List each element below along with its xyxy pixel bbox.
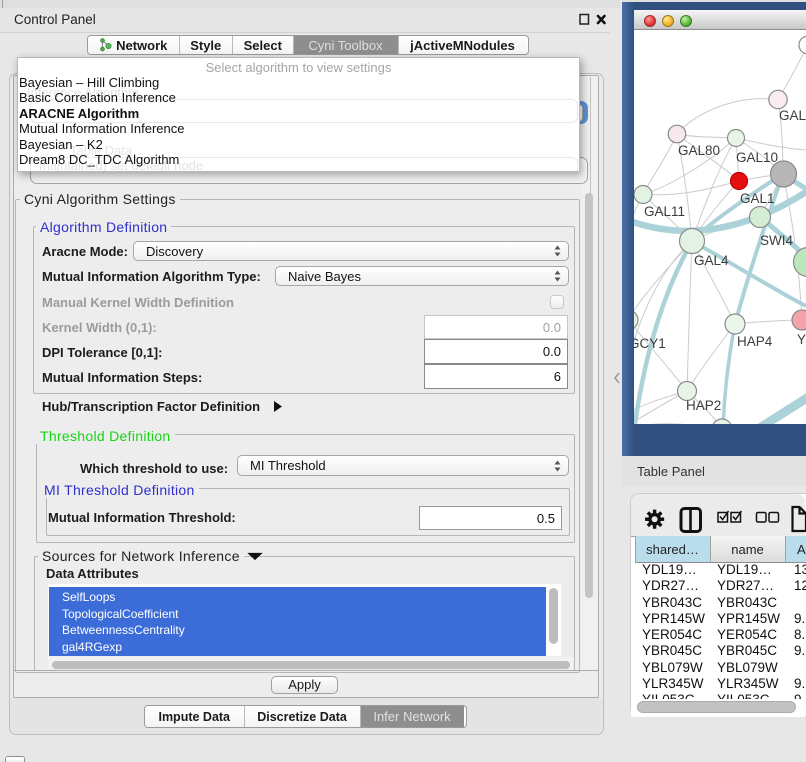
svg-text:GAL11: GAL11 bbox=[644, 204, 685, 219]
svg-text:HAP4: HAP4 bbox=[737, 334, 773, 349]
svg-text:GAL4: GAL4 bbox=[694, 253, 729, 268]
svg-text:GAL: GAL bbox=[779, 108, 806, 123]
svg-text:GAL1: GAL1 bbox=[740, 191, 775, 206]
svg-text:HAP2: HAP2 bbox=[686, 398, 721, 413]
svg-text:Y: Y bbox=[797, 332, 806, 347]
svg-text:SWI4: SWI4 bbox=[760, 233, 793, 248]
svg-text:GCY1: GCY1 bbox=[634, 336, 666, 351]
svg-text:GAL80: GAL80 bbox=[678, 143, 720, 158]
svg-text:GAL10: GAL10 bbox=[736, 150, 778, 165]
